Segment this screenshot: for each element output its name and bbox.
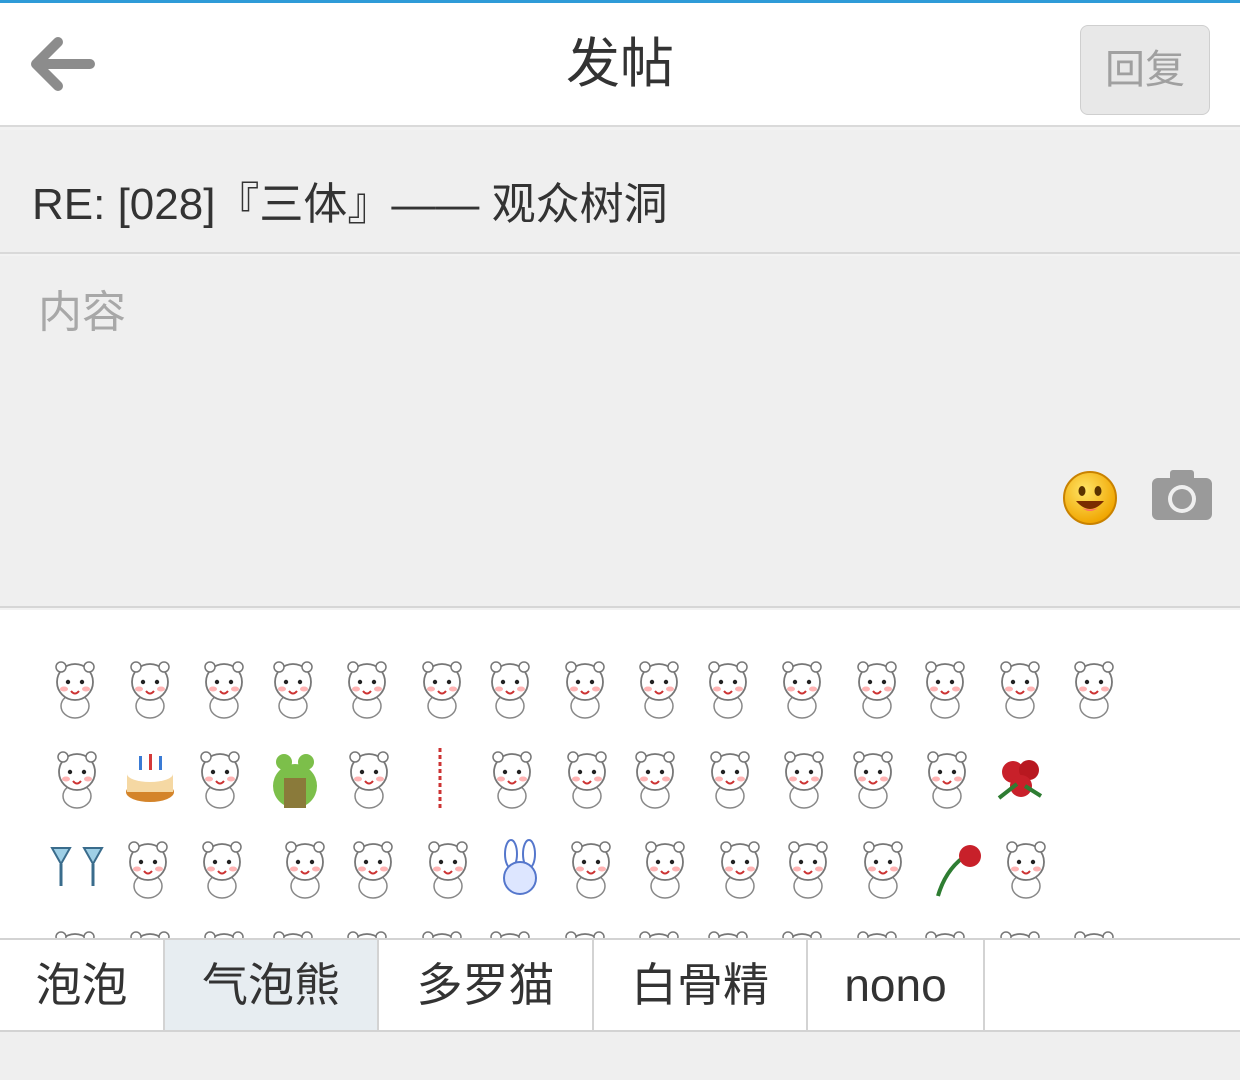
sticker-bear-blank-face[interactable] bbox=[554, 748, 616, 810]
sticker-cocktail-toast[interactable] bbox=[46, 838, 108, 900]
sticker-bear-happy[interactable] bbox=[844, 748, 906, 810]
sticker-bear-cry[interactable] bbox=[264, 658, 326, 720]
sticker-bear-float[interactable] bbox=[997, 838, 1059, 900]
sticker-bear-flower[interactable] bbox=[191, 748, 253, 810]
sticker-bear-worried[interactable] bbox=[1061, 658, 1123, 720]
sticker-bear-angry[interactable] bbox=[626, 658, 688, 720]
tab-qipaoxiong[interactable]: 气泡熊 bbox=[165, 940, 379, 1030]
sticker-frog-hood[interactable] bbox=[264, 748, 326, 810]
sticker-bear-hug[interactable] bbox=[119, 658, 181, 720]
sticker-bear-tub[interactable] bbox=[844, 658, 906, 720]
content-input[interactable] bbox=[38, 282, 1038, 342]
sticker-bear-smile[interactable] bbox=[916, 748, 978, 810]
page-title: 发帖 bbox=[566, 32, 674, 95]
sticker-bear-santa[interactable] bbox=[481, 748, 543, 810]
subject-field[interactable]: RE: [028]『三体』—— 观众树洞 bbox=[0, 130, 1240, 254]
camera-button[interactable] bbox=[1150, 468, 1214, 522]
sticker-bear-love-letter[interactable] bbox=[626, 748, 688, 810]
reply-button[interactable]: 回复 bbox=[1080, 25, 1210, 115]
sticker-bear-exclaim[interactable] bbox=[852, 838, 914, 900]
emoji-button[interactable] bbox=[1062, 470, 1118, 526]
sticker-bear-angel-trumpet[interactable] bbox=[191, 658, 253, 720]
sticker-bear-laugh[interactable] bbox=[46, 658, 108, 720]
sticker-bear-giggle[interactable] bbox=[916, 658, 978, 720]
sticker-wilted-rose[interactable] bbox=[924, 838, 986, 900]
sticker-bear-pair-whisper[interactable] bbox=[272, 838, 334, 900]
sticker-bunny-face[interactable] bbox=[489, 838, 551, 900]
tab-baigujing[interactable]: 白骨精 bbox=[594, 940, 808, 1030]
sticker-bear-halo-dizzy[interactable] bbox=[481, 658, 543, 720]
camera-icon bbox=[1152, 470, 1212, 520]
sticker-bear-pair-peek[interactable] bbox=[344, 838, 406, 900]
sticker-bear-cheer[interactable] bbox=[634, 838, 696, 900]
sticker-bear-sleepy[interactable] bbox=[191, 838, 253, 900]
smiley-face-icon bbox=[1063, 471, 1117, 525]
sticker-bear-bath[interactable] bbox=[771, 658, 833, 720]
sticker-bear-blush[interactable] bbox=[989, 658, 1051, 720]
sticker-bear-incense[interactable] bbox=[417, 838, 479, 900]
subject-text: RE: [028]『三体』—— 观众树洞 bbox=[32, 180, 668, 229]
sticker-bear-bowl[interactable] bbox=[707, 838, 769, 900]
bottom-bar bbox=[0, 1032, 1240, 1080]
sticker-bear-sulk[interactable] bbox=[554, 658, 616, 720]
tab-paopao[interactable]: 泡泡 bbox=[0, 940, 165, 1030]
sticker-bear-scared[interactable] bbox=[336, 748, 398, 810]
tab-nono[interactable]: nono bbox=[808, 940, 985, 1030]
content-area[interactable] bbox=[0, 256, 1240, 608]
tab-duoluomao[interactable]: 多罗猫 bbox=[379, 940, 594, 1030]
sticker-bear-standing[interactable] bbox=[771, 748, 833, 810]
header-bar: 发帖 回复 bbox=[0, 3, 1240, 127]
sticker-tabs: 泡泡 气泡熊 多罗猫 白骨精 nono bbox=[0, 938, 1240, 1032]
sticker-bear-flower-necklace[interactable] bbox=[119, 838, 181, 900]
sticker-bear-shy[interactable] bbox=[409, 658, 471, 720]
sticker-bear-blush-smile[interactable] bbox=[779, 838, 841, 900]
sticker-bear-heart[interactable] bbox=[46, 748, 108, 810]
sticker-bear-peek[interactable] bbox=[562, 838, 624, 900]
sticker-hanging-rope[interactable] bbox=[409, 748, 471, 810]
sticker-panel bbox=[0, 610, 1240, 940]
sticker-cake[interactable] bbox=[119, 748, 181, 810]
sticker-bear-group[interactable] bbox=[699, 748, 761, 810]
sticker-bear-stare[interactable] bbox=[699, 658, 761, 720]
sticker-rose-bouquet[interactable] bbox=[989, 748, 1051, 810]
sticker-bear-sunglasses[interactable] bbox=[336, 658, 398, 720]
